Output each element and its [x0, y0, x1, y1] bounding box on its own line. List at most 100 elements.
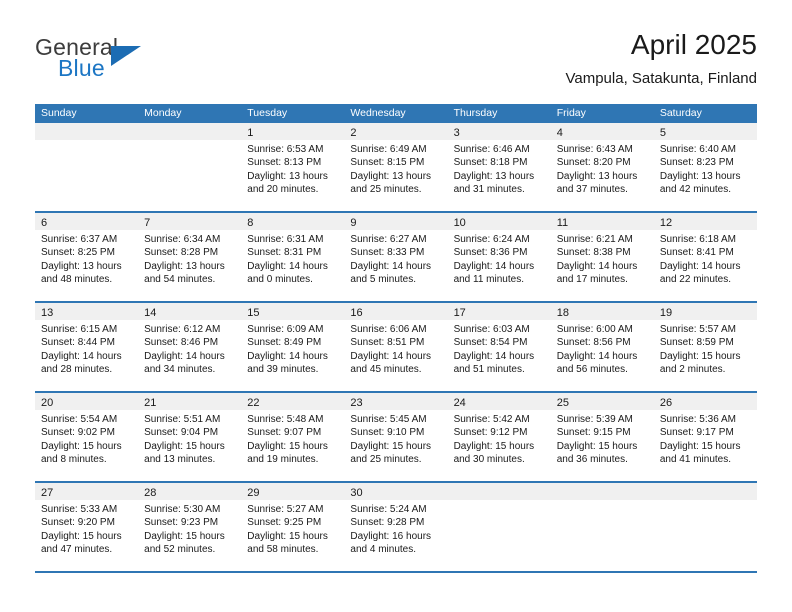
- day-number: 21: [144, 397, 157, 409]
- day-number: 15: [247, 307, 260, 319]
- day-number-band: 12: [653, 213, 757, 230]
- weekday-header-row: Sunday Monday Tuesday Wednesday Thursday…: [35, 104, 757, 123]
- day-number: 27: [41, 487, 54, 499]
- daylight-text-line2: and 20 minutes.: [247, 183, 319, 195]
- daylight-text-line2: and 39 minutes.: [247, 363, 319, 375]
- daylight-text-line2: and 28 minutes.: [41, 363, 113, 375]
- sunset-text: Sunset: 8:13 PM: [247, 157, 322, 169]
- day-sun-info: Sunrise: 5:54 AM Sunset: 9:02 PM Daylight:…: [35, 410, 138, 466]
- calendar-day-cell[interactable]: 29 Sunrise: 5:27 AM Sunset: 9:25 PM Dayligh…: [241, 483, 345, 571]
- calendar-day-cell[interactable]: 18 Sunrise: 6:00 AM Sunset: 8:56 PM Dayligh…: [550, 303, 654, 391]
- sunset-text: Sunset: 8:51 PM: [350, 337, 425, 349]
- calendar-day-cell[interactable]: 22 Sunrise: 5:48 AM Sunset: 9:07 PM Dayligh…: [241, 393, 345, 481]
- sunset-text: Sunset: 8:38 PM: [556, 247, 631, 259]
- calendar-day-cell[interactable]: 5 Sunrise: 6:40 AM Sunset: 8:23 PM Daylight…: [653, 123, 757, 211]
- sunset-text: Sunset: 8:59 PM: [659, 337, 734, 349]
- day-sun-info: Sunrise: 6:27 AM Sunset: 8:33 PM Daylight:…: [344, 230, 447, 286]
- daylight-text-line1: Daylight: 14 hours: [350, 350, 432, 362]
- day-number: 9: [350, 217, 357, 229]
- daylight-text-line1: Daylight: 14 hours: [247, 350, 328, 362]
- daylight-text-line1: Daylight: 15 hours: [659, 440, 741, 452]
- sunset-text: Sunset: 8:36 PM: [453, 247, 528, 259]
- calendar-page: General Blue April 2025 Vampula, Satakun…: [0, 0, 792, 612]
- calendar-day-cell[interactable]: 8 Sunrise: 6:31 AM Sunset: 8:31 PM Daylight…: [241, 213, 345, 301]
- day-number-band: 28: [138, 483, 242, 500]
- calendar-day-cell[interactable]: 7 Sunrise: 6:34 AM Sunset: 8:28 PM Daylight…: [138, 213, 242, 301]
- daylight-text-line2: and 22 minutes.: [659, 273, 732, 285]
- logo-text-blue: Blue: [58, 55, 105, 81]
- weekday-header-monday: Monday: [144, 107, 182, 119]
- calendar-day-cell[interactable]: 12 Sunrise: 6:18 AM Sunset: 8:41 PM Dayligh…: [653, 213, 757, 301]
- day-sun-info: Sunrise: 5:48 AM Sunset: 9:07 PM Daylight:…: [241, 410, 344, 466]
- calendar-day-cell[interactable]: 21 Sunrise: 5:51 AM Sunset: 9:04 PM Dayligh…: [138, 393, 242, 481]
- day-number-band: 27: [35, 483, 139, 500]
- calendar-day-cell[interactable]: 3 Sunrise: 6:46 AM Sunset: 8:18 PM Daylight…: [447, 123, 551, 211]
- calendar-day-cell[interactable]: 11 Sunrise: 6:21 AM Sunset: 8:38 PM Dayligh…: [550, 213, 654, 301]
- daylight-text-line2: and 34 minutes.: [144, 363, 216, 375]
- daylight-text-line2: and 17 minutes.: [556, 273, 628, 285]
- day-number: 1: [247, 127, 254, 139]
- daylight-text-line2: and 25 minutes.: [350, 453, 422, 465]
- day-number-band: [138, 123, 242, 140]
- sunrise-text: Sunrise: 6:40 AM: [659, 144, 736, 155]
- daylight-text-line1: Daylight: 15 hours: [144, 530, 225, 542]
- sunrise-text: Sunrise: 6:24 AM: [453, 234, 530, 245]
- calendar-day-cell[interactable]: 25 Sunrise: 5:39 AM Sunset: 9:15 PM Dayligh…: [550, 393, 654, 481]
- daylight-text-line1: Daylight: 13 hours: [350, 170, 432, 182]
- calendar-day-cell[interactable]: 6 Sunrise: 6:37 AM Sunset: 8:25 PM Daylight…: [35, 213, 139, 301]
- day-number-band: 14: [138, 303, 242, 320]
- calendar-day-cell[interactable]: 2 Sunrise: 6:49 AM Sunset: 8:15 PM Daylight…: [344, 123, 448, 211]
- day-sun-info: Sunrise: 6:40 AM Sunset: 8:23 PM Daylight:…: [654, 140, 757, 196]
- day-number-band: 11: [550, 213, 654, 230]
- calendar-day-cell[interactable]: 23 Sunrise: 5:45 AM Sunset: 9:10 PM Dayligh…: [344, 393, 448, 481]
- sunrise-text: Sunrise: 6:31 AM: [247, 234, 324, 245]
- day-sun-info: Sunrise: 5:33 AM Sunset: 9:20 PM Daylight:…: [35, 500, 138, 556]
- daylight-text-line2: and 37 minutes.: [556, 183, 628, 195]
- calendar-week-row: 6 Sunrise: 6:37 AM Sunset: 8:25 PM Daylight…: [35, 213, 757, 303]
- sunset-text: Sunset: 9:17 PM: [659, 427, 734, 439]
- calendar-day-cell[interactable]: 10 Sunrise: 6:24 AM Sunset: 8:36 PM Dayligh…: [447, 213, 551, 301]
- sunrise-text: Sunrise: 6:12 AM: [144, 324, 221, 335]
- day-number: 29: [247, 487, 260, 499]
- daylight-text-line1: Daylight: 14 hours: [556, 350, 638, 362]
- day-number: 23: [350, 397, 363, 409]
- sunset-text: Sunset: 8:25 PM: [41, 247, 115, 259]
- daylight-text-line2: and 31 minutes.: [453, 183, 525, 195]
- day-number-band: 2: [344, 123, 448, 140]
- daylight-text-line2: and 11 minutes.: [453, 273, 524, 285]
- sunrise-text: Sunrise: 6:06 AM: [350, 324, 427, 335]
- weekday-header-sunday: Sunday: [41, 107, 77, 119]
- calendar-week-row: 20 Sunrise: 5:54 AM Sunset: 9:02 PM Dayligh…: [35, 393, 757, 483]
- day-sun-info: Sunrise: 6:43 AM Sunset: 8:20 PM Daylight:…: [551, 140, 654, 196]
- calendar-day-cell[interactable]: 30 Sunrise: 5:24 AM Sunset: 9:28 PM Dayligh…: [344, 483, 448, 571]
- sunset-text: Sunset: 8:15 PM: [350, 157, 425, 169]
- sunset-text: Sunset: 8:31 PM: [247, 247, 322, 259]
- sunset-text: Sunset: 8:18 PM: [453, 157, 528, 169]
- sunset-text: Sunset: 8:20 PM: [556, 157, 631, 169]
- daylight-text-line2: and 47 minutes.: [41, 543, 113, 555]
- calendar-day-cell[interactable]: 13 Sunrise: 6:15 AM Sunset: 8:44 PM Dayligh…: [35, 303, 139, 391]
- calendar-day-cell[interactable]: 26 Sunrise: 5:36 AM Sunset: 9:17 PM Dayligh…: [653, 393, 757, 481]
- page-title: April 2025: [630, 29, 757, 60]
- calendar-day-cell[interactable]: 17 Sunrise: 6:03 AM Sunset: 8:54 PM Dayligh…: [447, 303, 551, 391]
- calendar-day-cell[interactable]: 14 Sunrise: 6:12 AM Sunset: 8:46 PM Dayligh…: [138, 303, 242, 391]
- day-number: 14: [144, 307, 157, 319]
- calendar-day-cell[interactable]: 27 Sunrise: 5:33 AM Sunset: 9:20 PM Dayligh…: [35, 483, 139, 571]
- calendar-day-cell[interactable]: 15 Sunrise: 6:09 AM Sunset: 8:49 PM Dayligh…: [241, 303, 345, 391]
- day-number-band: 16: [344, 303, 448, 320]
- calendar-day-cell[interactable]: 4 Sunrise: 6:43 AM Sunset: 8:20 PM Daylight…: [550, 123, 654, 211]
- calendar-day-cell[interactable]: 16 Sunrise: 6:06 AM Sunset: 8:51 PM Dayligh…: [344, 303, 448, 391]
- calendar-day-cell-empty: [550, 483, 654, 571]
- calendar-day-cell[interactable]: 20 Sunrise: 5:54 AM Sunset: 9:02 PM Dayligh…: [35, 393, 139, 481]
- calendar-day-cell[interactable]: 9 Sunrise: 6:27 AM Sunset: 8:33 PM Daylight…: [344, 213, 448, 301]
- calendar-day-cell[interactable]: 24 Sunrise: 5:42 AM Sunset: 9:12 PM Dayligh…: [447, 393, 551, 481]
- daylight-text-line1: Daylight: 14 hours: [41, 350, 122, 362]
- day-number: 7: [144, 217, 151, 229]
- calendar-day-cell[interactable]: 1 Sunrise: 6:53 AM Sunset: 8:13 PM Daylight…: [241, 123, 345, 211]
- day-number-band: 22: [241, 393, 345, 410]
- day-number-band: 29: [241, 483, 345, 500]
- weekday-header-tuesday: Tuesday: [247, 107, 288, 119]
- calendar-day-cell[interactable]: 28 Sunrise: 5:30 AM Sunset: 9:23 PM Dayligh…: [138, 483, 242, 571]
- day-number: 30: [350, 487, 363, 499]
- calendar-day-cell[interactable]: 19 Sunrise: 5:57 AM Sunset: 8:59 PM Dayligh…: [653, 303, 757, 391]
